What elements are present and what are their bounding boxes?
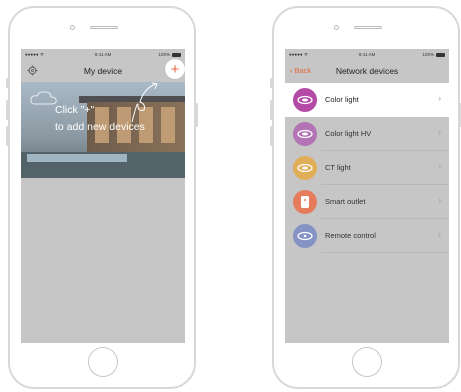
nav-bar: ‹ Back Network devices	[285, 60, 449, 82]
smart-outlet-icon	[293, 190, 317, 214]
battery-indicator: 100%	[158, 52, 181, 57]
left-phone: ●●●●● ᯤ 9:41 AM 100% My device + Click "…	[6, 6, 198, 389]
device-item-ct-light[interactable]: CT light ›	[285, 151, 449, 185]
device-item-color-light-hv[interactable]: Color light HV ›	[285, 117, 449, 151]
right-phone: ●●●●● ᯤ 9:41 AM 100% ‹ Back Network devi…	[270, 6, 461, 389]
volume-up-button	[270, 100, 273, 120]
add-device-button[interactable]: +	[165, 59, 185, 79]
remote-control-icon	[293, 224, 317, 248]
volume-down-button	[6, 126, 9, 146]
device-label: Smart outlet	[325, 197, 366, 206]
volume-up-button	[6, 100, 9, 120]
chevron-right-icon: ›	[438, 128, 441, 137]
power-button	[195, 103, 198, 127]
color-light-icon	[293, 88, 317, 112]
battery-indicator: 100%	[422, 52, 445, 57]
home-button	[88, 347, 118, 377]
earpiece-speaker	[90, 26, 118, 29]
device-item-color-light[interactable]: Color light ›	[285, 83, 449, 117]
front-camera	[70, 25, 75, 30]
ct-light-icon	[293, 156, 317, 180]
hint-text-line1: Click "+"	[55, 104, 95, 116]
network-devices-screen: ●●●●● ᯤ 9:41 AM 100% ‹ Back Network devi…	[285, 49, 449, 343]
house-pool	[27, 154, 127, 162]
my-device-screen: ●●●●● ᯤ 9:41 AM 100% My device + Click "…	[21, 49, 185, 343]
chevron-right-icon: ›	[438, 94, 441, 103]
battery-icon	[172, 52, 181, 57]
divider	[321, 252, 449, 253]
page-title: My device	[83, 66, 123, 76]
battery-icon	[436, 52, 445, 57]
status-bar: ●●●●● ᯤ 9:41 AM 100%	[21, 49, 185, 60]
device-label: Remote control	[325, 231, 376, 240]
device-label: Color light	[325, 95, 359, 104]
volume-down-button	[270, 126, 273, 146]
status-bar: ●●●●● ᯤ 9:41 AM 100%	[285, 49, 449, 60]
front-camera	[334, 25, 339, 30]
device-item-remote-control[interactable]: Remote control ›	[285, 219, 449, 253]
chevron-right-icon: ›	[438, 230, 441, 239]
plus-icon: +	[170, 60, 180, 78]
chevron-right-icon: ›	[438, 196, 441, 205]
battery-percent: 100%	[158, 52, 170, 57]
mute-switch	[6, 78, 9, 88]
home-button	[352, 347, 382, 377]
page-title: Network devices	[335, 66, 399, 76]
nav-bar: My device +	[21, 59, 185, 82]
hint-text-line2: to add new devices	[55, 121, 145, 133]
earpiece-speaker	[354, 26, 382, 29]
device-label: Color light HV	[325, 129, 372, 138]
device-label: CT light	[325, 163, 351, 172]
chevron-right-icon: ›	[438, 162, 441, 171]
mute-switch	[270, 78, 273, 88]
device-item-smart-outlet[interactable]: Smart outlet ›	[285, 185, 449, 219]
color-light-hv-icon	[293, 122, 317, 146]
device-list: Color light › Color light HV › CT light …	[285, 83, 449, 253]
battery-percent: 100%	[422, 52, 434, 57]
